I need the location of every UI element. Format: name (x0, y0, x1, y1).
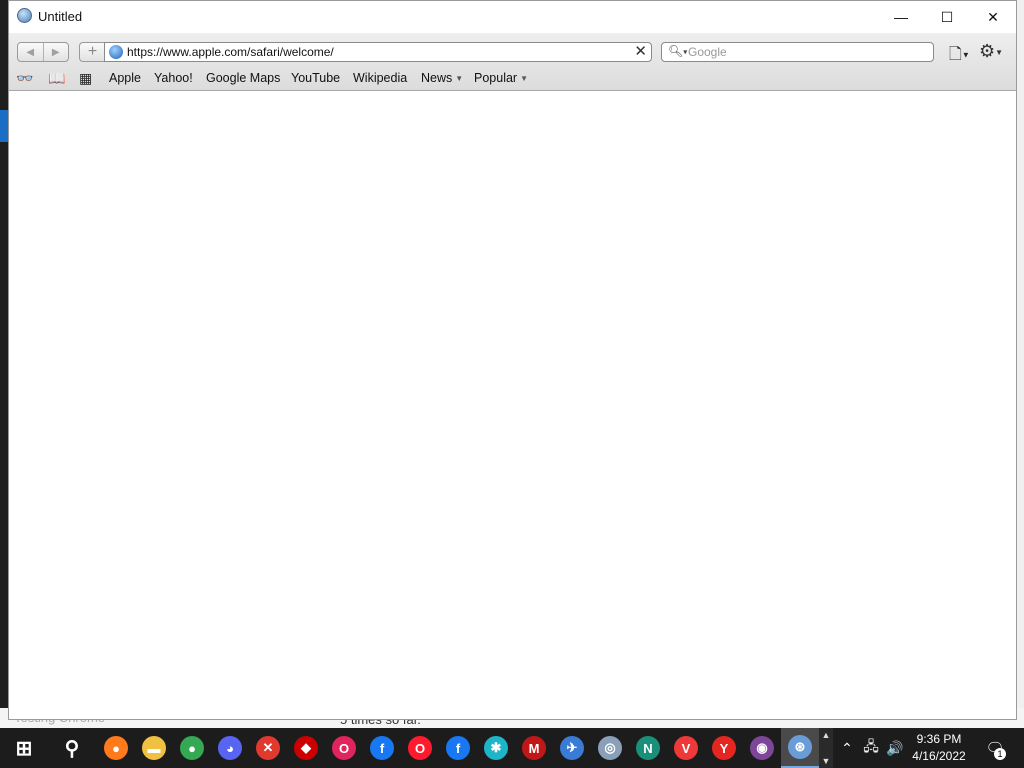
taskbar-app-safari[interactable]: ⊛ (781, 728, 819, 768)
opera-gx-icon: O (332, 736, 356, 760)
add-bookmark-button[interactable]: + (79, 42, 105, 62)
taskbar-app-opera-gx[interactable]: O (325, 728, 363, 768)
chevron-up-icon: ⌃ (841, 739, 853, 756)
address-bar[interactable]: ✕ (104, 42, 652, 62)
network-tray[interactable]: 🖧 (860, 728, 882, 768)
page-content[interactable] (9, 91, 1016, 719)
desktop-right-edge (1016, 0, 1024, 728)
desktop-left-edge (0, 0, 8, 728)
page-icon: 🗋 (949, 46, 962, 63)
windows-icon: ⊞ (15, 737, 33, 760)
popular-label: Popular (474, 71, 518, 85)
browser-toolbar: ◀ ▶ + ✕ 🔍︎▾ 🗋▼ ⚙▼ 👓 📖 ▦ Apple Yahoo! Goo… (9, 33, 1016, 91)
safari-app-icon (17, 8, 32, 23)
opera-icon: O (408, 736, 432, 760)
maximize-button[interactable]: ☐ (924, 1, 970, 33)
bookmark-google-maps[interactable]: Google Maps (206, 71, 280, 85)
start-button[interactable]: ⊞ (5, 728, 43, 768)
bookmark-apple[interactable]: Apple (109, 71, 141, 85)
bookmarks-icon[interactable]: 📖 (48, 70, 65, 87)
dropdown-arrow-icon: ▼ (520, 74, 529, 83)
bookmark-youtube[interactable]: YouTube (291, 71, 340, 85)
minimize-button[interactable]: — (878, 1, 924, 33)
dropdown-arrow-icon: ▼ (455, 74, 464, 83)
yandex-icon: Y (712, 736, 736, 760)
taskbar-app-file-explorer[interactable]: ▬ (135, 728, 173, 768)
taskbar-app-comet[interactable]: ✈ (553, 728, 591, 768)
taskbar-app-discord[interactable]: ◕ (211, 728, 249, 768)
vivaldi-icon: V (674, 736, 698, 760)
facebook-2-icon: f (446, 736, 470, 760)
reading-list-icon[interactable]: 👓 (16, 70, 33, 87)
search-taskbar-button[interactable]: ⚲ (53, 728, 91, 768)
accessibility-icon: ✱ (484, 736, 508, 760)
clock-time: 9:36 PM (916, 732, 962, 746)
firefox-icon: ● (104, 736, 128, 760)
safari-window: Untitled — ☐ ✕ ◀ ▶ + ✕ 🔍︎▾ 🗋▼ ⚙▼ 👓 📖 ▦ A… (8, 0, 1017, 720)
taskbar-app-red-hat[interactable]: ◆ (287, 728, 325, 768)
taskbar-app-mcafee[interactable]: M (515, 728, 553, 768)
back-button[interactable]: ◀ (18, 43, 43, 61)
bookmark-folder-news[interactable]: News ▼ (421, 71, 463, 85)
safari-icon: ⊛ (788, 735, 812, 759)
page-menu-button[interactable]: 🗋▼ (949, 43, 970, 70)
search-icon: ⚲ (64, 737, 80, 760)
discord-icon: ◕ (218, 736, 242, 760)
taskbar-app-tor[interactable]: ◉ (743, 728, 781, 768)
bookmark-wikipedia[interactable]: Wikipedia (353, 71, 407, 85)
n-app-icon: N (636, 736, 660, 760)
search-input[interactable] (688, 44, 928, 60)
taskbar-app-firefox[interactable]: ● (97, 728, 135, 768)
chevron-up-icon[interactable]: ▲ (822, 730, 831, 740)
taskbar-scroll[interactable]: ▲ ▼ (819, 728, 833, 768)
taskbar-app-spiral[interactable]: ◎ (591, 728, 629, 768)
volume-tray[interactable]: 🔊 (884, 728, 906, 768)
volume-icon: 🔊 (886, 739, 904, 756)
show-hidden-icons-button[interactable]: ⌃ (838, 728, 856, 768)
window-title: Untitled (38, 9, 83, 24)
taskbar-app-x-app[interactable]: ✕ (249, 728, 287, 768)
file-explorer-icon: ▬ (142, 736, 166, 760)
taskbar-app-facebook-2[interactable]: f (439, 728, 477, 768)
taskbar-app-vivaldi[interactable]: V (667, 728, 705, 768)
globe-icon (109, 45, 123, 59)
forward-button[interactable]: ▶ (42, 43, 69, 61)
close-window-button[interactable]: ✕ (970, 1, 1016, 33)
bookmark-folder-popular[interactable]: Popular ▼ (474, 71, 528, 85)
title-bar[interactable]: Untitled — ☐ ✕ (9, 1, 1016, 33)
top-sites-icon[interactable]: ▦ (79, 70, 92, 87)
nav-buttons: ◀ ▶ (17, 42, 69, 62)
news-label: News (421, 71, 453, 85)
clock-date: 4/16/2022 (912, 749, 966, 763)
action-center-button[interactable]: 🗨 1 (980, 728, 1010, 768)
taskbar-app-accessibility[interactable]: ✱ (477, 728, 515, 768)
chevron-down-icon[interactable]: ▼ (822, 756, 831, 766)
spiral-icon: ◎ (598, 736, 622, 760)
taskbar-app-yandex[interactable]: Y (705, 728, 743, 768)
bookmark-yahoo[interactable]: Yahoo! (154, 71, 193, 85)
network-icon: 🖧 (863, 738, 879, 754)
comet-icon: ✈ (560, 736, 584, 760)
bookmarks-bar: 👓 📖 ▦ Apple Yahoo! Google Maps YouTube W… (9, 70, 1016, 88)
gear-icon: ⚙ (979, 41, 996, 61)
taskbar-app-opera[interactable]: O (401, 728, 439, 768)
tor-icon: ◉ (750, 736, 774, 760)
search-bar[interactable]: 🔍︎▾ (661, 42, 934, 62)
search-icon: 🔍︎▾ (668, 44, 688, 58)
taskbar-app-chrome[interactable]: ● (173, 728, 211, 768)
mcafee-icon: M (522, 736, 546, 760)
red-hat-icon: ◆ (294, 736, 318, 760)
clear-url-icon[interactable]: ✕ (634, 43, 647, 61)
taskbar-app-n-app[interactable]: N (629, 728, 667, 768)
facebook-1-icon: f (370, 736, 394, 760)
clock[interactable]: 9:36 PM 4/16/2022 (905, 731, 973, 765)
chrome-icon: ● (180, 736, 204, 760)
settings-menu-button[interactable]: ⚙▼ (979, 41, 1003, 62)
taskbar-app-facebook-1[interactable]: f (363, 728, 401, 768)
notification-badge: 1 (994, 748, 1006, 760)
url-input[interactable] (127, 44, 627, 60)
desktop-blue-strip (0, 110, 8, 142)
x-app-icon: ✕ (256, 736, 280, 760)
